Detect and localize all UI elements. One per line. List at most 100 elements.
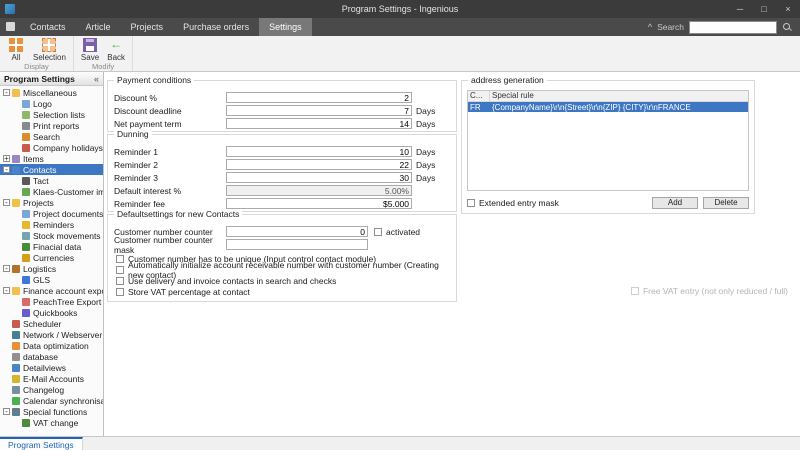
- activated-checkbox[interactable]: [374, 228, 382, 236]
- ribbon-button-label: Selection: [33, 53, 66, 62]
- extended-entry-mask-label: Extended entry mask: [479, 198, 559, 208]
- menu-tab-settings[interactable]: Settings: [259, 18, 312, 36]
- import-icon: [22, 188, 30, 196]
- address-rule-row-fr[interactable]: FR{CompanyName}\r\n{Street}\r\n{ZIP} {CI…: [468, 102, 748, 112]
- sidebar-collapse-button[interactable]: «: [94, 74, 99, 84]
- tree-item-company-holidays[interactable]: Company holidays: [0, 142, 103, 153]
- customer-number-has-to-be-unique-input-c-checkbox[interactable]: [116, 255, 124, 263]
- expander-icon[interactable]: -: [3, 166, 10, 173]
- tree-item-e-mail-accounts[interactable]: E-Mail Accounts: [0, 373, 103, 384]
- all-button[interactable]: All: [3, 37, 29, 62]
- column-header-country[interactable]: C...: [468, 91, 490, 101]
- delete-button[interactable]: Delete: [703, 197, 749, 209]
- tree-item-database[interactable]: database: [0, 351, 103, 362]
- tree-item-contacts[interactable]: -Contacts: [0, 164, 103, 175]
- tree-item-detailviews[interactable]: Detailviews: [0, 362, 103, 373]
- field-label: Reminder 3: [114, 173, 226, 183]
- expander-icon[interactable]: -: [3, 89, 10, 96]
- menu-tab-projects[interactable]: Projects: [121, 18, 174, 36]
- tree-item-selection-lists[interactable]: Selection lists: [0, 109, 103, 120]
- menu-tab-article[interactable]: Article: [76, 18, 121, 36]
- maximize-button[interactable]: □: [752, 0, 776, 18]
- add-button[interactable]: Add: [652, 197, 698, 209]
- tree-item-gls[interactable]: GLS: [0, 274, 103, 285]
- menu-tab-purchase-orders[interactable]: Purchase orders: [173, 18, 259, 36]
- tree-item-vat-change[interactable]: VAT change: [0, 417, 103, 428]
- gls-icon: [22, 276, 30, 284]
- menu-tab-contacts[interactable]: Contacts: [20, 18, 76, 36]
- tree-item-network-webserver[interactable]: Network / Webserver: [0, 329, 103, 340]
- address-rules-body: FR{CompanyName}\r\n{Street}\r\n{ZIP} {CI…: [468, 102, 748, 112]
- store-vat-percentage-at-contact-checkbox[interactable]: [116, 288, 124, 296]
- tree-item-label: Finacial data: [33, 242, 81, 252]
- app-menu-icon[interactable]: [6, 22, 15, 31]
- reminder-3-input[interactable]: [226, 172, 412, 183]
- collapse-ribbon-icon[interactable]: ^: [648, 22, 652, 32]
- expander-icon[interactable]: -: [3, 287, 10, 294]
- statusbar-tab-program-settings[interactable]: Program Settings: [0, 437, 83, 450]
- tree-item-tact[interactable]: Tact: [0, 175, 103, 186]
- tree-item-search[interactable]: Search: [0, 131, 103, 142]
- save-button[interactable]: Save: [77, 37, 103, 62]
- expander-icon[interactable]: -: [3, 199, 10, 206]
- expander-icon[interactable]: -: [3, 408, 10, 415]
- discount-input[interactable]: [226, 92, 412, 103]
- reminder-2-input[interactable]: [226, 159, 412, 170]
- selection-button[interactable]: Selection: [29, 37, 70, 62]
- default-interest-input[interactable]: [226, 185, 412, 196]
- tree-item-quickbooks[interactable]: Quickbooks: [0, 307, 103, 318]
- tree-item-label: Tact: [33, 176, 49, 186]
- column-header-special-rule[interactable]: Special rule: [490, 91, 748, 101]
- tree-item-label: Company holidays: [33, 143, 103, 153]
- use-delivery-and-invoice-contacts-in-sea-checkbox[interactable]: [116, 277, 124, 285]
- close-button[interactable]: ×: [776, 0, 800, 18]
- tree-item-projects[interactable]: -Projects: [0, 197, 103, 208]
- tree-item-currencies[interactable]: Currencies: [0, 252, 103, 263]
- tree-item-scheduler[interactable]: Scheduler: [0, 318, 103, 329]
- tree-item-peachtree-export[interactable]: PeachTree Export: [0, 296, 103, 307]
- automatically-initialize-account-receiva-checkbox[interactable]: [116, 266, 124, 274]
- tree-item-miscellaneous[interactable]: -Miscellaneous: [0, 87, 103, 98]
- back-button[interactable]: ←Back: [103, 37, 129, 62]
- reminder-fee-input[interactable]: [226, 198, 412, 209]
- search-input[interactable]: [689, 21, 777, 34]
- tree-item-changelog[interactable]: Changelog: [0, 384, 103, 395]
- expander-spacer: [13, 232, 20, 239]
- discount-deadline-input[interactable]: [226, 105, 412, 116]
- extended-entry-mask-checkbox[interactable]: [467, 199, 475, 207]
- menubar: ContactsArticleProjectsPurchase ordersSe…: [0, 18, 800, 36]
- menu-tabs: ContactsArticleProjectsPurchase ordersSe…: [20, 18, 312, 36]
- tree-item-logistics[interactable]: -Logistics: [0, 263, 103, 274]
- field-label: Reminder 2: [114, 160, 226, 170]
- expander-icon[interactable]: +: [3, 155, 10, 162]
- net-payment-term-input[interactable]: [226, 118, 412, 129]
- tree-item-finance-account-export[interactable]: -Finance account export: [0, 285, 103, 296]
- expander-spacer: [13, 254, 20, 261]
- tree-item-label: VAT change: [33, 418, 78, 428]
- tree-item-items[interactable]: +Items: [0, 153, 103, 164]
- expander-icon[interactable]: -: [3, 265, 10, 272]
- expander-spacer: [13, 122, 20, 129]
- reminder-1-input[interactable]: [226, 146, 412, 157]
- free-vat-checkbox: [631, 287, 639, 295]
- tree-item-print-reports[interactable]: Print reports: [0, 120, 103, 131]
- tree-item-project-documents[interactable]: Project documents: [0, 208, 103, 219]
- search-icon[interactable]: [782, 22, 792, 32]
- field-label: Discount deadline: [114, 106, 226, 116]
- tree-item-stock-movements[interactable]: Stock movements: [0, 230, 103, 241]
- field-row-reminder-2: Reminder 2Days: [108, 158, 456, 171]
- tree-item-special-functions[interactable]: -Special functions: [0, 406, 103, 417]
- all-grid-icon: [9, 38, 23, 52]
- tree-item-data-optimization[interactable]: Data optimization: [0, 340, 103, 351]
- tree-item-reminders[interactable]: Reminders: [0, 219, 103, 230]
- tree-item-calendar-synchronisation[interactable]: Calendar synchronisation: [0, 395, 103, 406]
- tree-item-finacial-data[interactable]: Finacial data: [0, 241, 103, 252]
- customer-number-counter-mask-input[interactable]: [226, 239, 368, 250]
- payment-conditions-group: Payment conditions Discount %Discount de…: [107, 80, 457, 132]
- customer-number-counter-input[interactable]: [226, 226, 368, 237]
- tree-item-klaes-customer-import[interactable]: Klaes-Customer import: [0, 186, 103, 197]
- check-row-store-vat-percentage-at-contact: Store VAT percentage at contact: [108, 286, 456, 297]
- tree-item-logo[interactable]: Logo: [0, 98, 103, 109]
- minimize-button[interactable]: ─: [728, 0, 752, 18]
- tree-item-label: Calendar synchronisation: [23, 396, 103, 406]
